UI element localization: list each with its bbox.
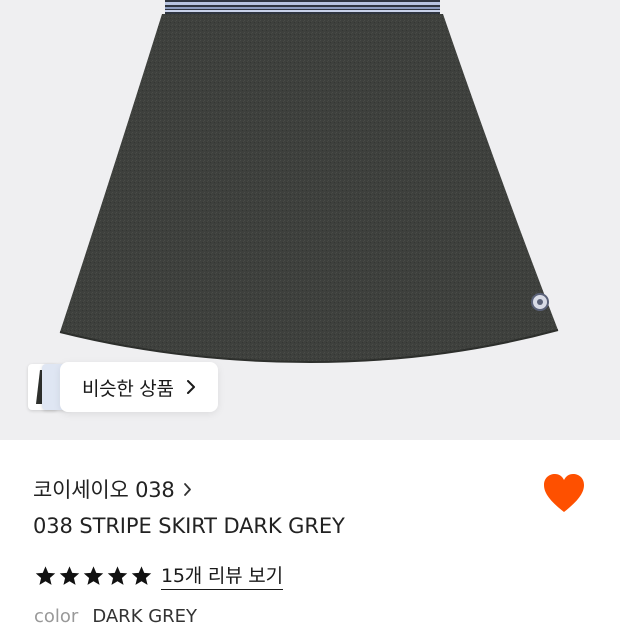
heart-icon[interactable] bbox=[542, 472, 586, 514]
color-value: DARK GREY bbox=[92, 606, 198, 627]
chevron-right-icon bbox=[186, 380, 195, 394]
product-title: 038 STRIPE SKIRT DARK GREY bbox=[33, 514, 345, 538]
star-icon bbox=[131, 565, 152, 585]
star-icon bbox=[35, 565, 56, 585]
star-icon bbox=[59, 565, 80, 585]
brand-link[interactable]: 코이세이오 038 bbox=[33, 474, 192, 504]
similar-products[interactable]: 비슷한 상품 bbox=[28, 362, 218, 412]
rating-stars bbox=[34, 565, 153, 587]
color-option: color DARK GREY bbox=[34, 606, 197, 627]
similar-products-label: 비슷한 상품 bbox=[82, 377, 174, 400]
star-icon bbox=[83, 565, 104, 585]
brand-name: 코이세이오 038 bbox=[33, 478, 175, 502]
chevron-right-icon bbox=[183, 482, 191, 496]
color-label: color bbox=[34, 606, 79, 627]
similar-products-button[interactable]: 비슷한 상품 bbox=[60, 362, 218, 412]
review-link[interactable]: 15개 리뷰 보기 bbox=[161, 561, 283, 590]
star-icon bbox=[107, 565, 128, 585]
review-summary[interactable]: 15개 리뷰 보기 bbox=[34, 561, 283, 590]
